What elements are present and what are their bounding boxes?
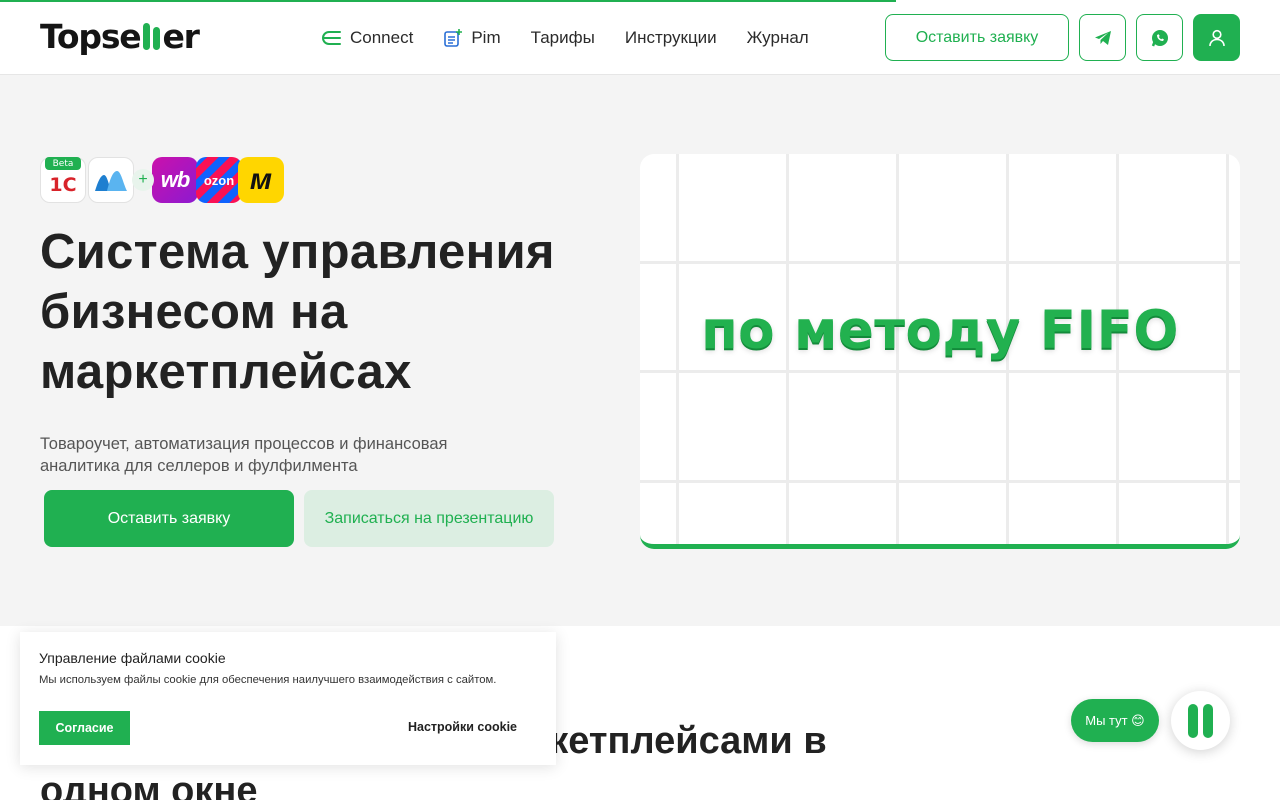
cookie-settings-link[interactable]: Настройки cookie xyxy=(408,720,517,734)
onec-label: 1С xyxy=(49,174,77,196)
cookie-banner: Управление файлами cookie Мы используем … xyxy=(20,632,556,765)
nav-label: Журнал xyxy=(746,27,809,47)
cookie-title: Управление файлами cookie xyxy=(39,650,226,666)
moysklad-logo-icon xyxy=(88,157,134,203)
integration-badges: Beta 1С + wb ozon м xyxy=(40,156,284,204)
wildberries-logo-icon: wb xyxy=(152,157,198,203)
beta-badge: Beta xyxy=(45,157,81,170)
whatsapp-button[interactable] xyxy=(1136,14,1183,61)
telegram-icon xyxy=(1094,30,1111,45)
header-request-button[interactable]: Оставить заявку xyxy=(885,14,1069,61)
site-header: Topse er Connect Pim Тарифы Инструкции Ж… xyxy=(0,0,1280,75)
ozon-logo-icon: ozon xyxy=(196,157,242,203)
nav-item-journal[interactable]: Журнал xyxy=(747,28,809,48)
chat-bars-icon xyxy=(1203,703,1213,738)
chat-bars-icon xyxy=(1188,703,1198,738)
main-nav: Connect Pim Тарифы Инструкции Журнал xyxy=(320,0,839,75)
hero-title: Система управления бизнесом на маркетпле… xyxy=(40,225,555,399)
grid-line xyxy=(640,480,1240,483)
nav-item-connect[interactable]: Connect xyxy=(320,28,413,48)
hero-request-button[interactable]: Оставить заявку xyxy=(44,490,294,547)
whatsapp-icon xyxy=(1151,29,1168,46)
topseller-logo[interactable]: Topse er xyxy=(40,16,200,56)
chat-widget-button[interactable] xyxy=(1171,691,1230,750)
logo-bars-icon xyxy=(143,22,161,50)
visual-caption: по методу FIFO xyxy=(701,300,1179,361)
account-button[interactable] xyxy=(1193,14,1240,61)
hero-subtitle: Товароучет, автоматизация процессов и фи… xyxy=(40,435,448,475)
hero-visual: по методу FIFO xyxy=(640,154,1240,549)
nav-label: Тарифы xyxy=(530,27,595,47)
presentation-signup-button[interactable]: Записаться на презентацию xyxy=(304,490,554,547)
onec-logo-icon: Beta 1С xyxy=(40,157,86,203)
telegram-button[interactable] xyxy=(1079,14,1126,61)
logo-text-start: Topse xyxy=(40,16,142,56)
nav-label: Connect xyxy=(350,27,414,47)
logo-text-end: er xyxy=(162,16,199,56)
chat-label-button[interactable]: Мы тут 😊 xyxy=(1071,699,1159,742)
grid-line xyxy=(640,261,1240,264)
nav-label: Инструкции xyxy=(624,27,717,47)
plus-icon: + xyxy=(132,169,154,191)
grid-line xyxy=(640,370,1240,373)
cookie-agree-button[interactable]: Согласие xyxy=(39,711,130,745)
yandex-market-logo-icon: м xyxy=(238,157,284,203)
nav-label: Pim xyxy=(471,27,501,47)
nav-item-pim[interactable]: Pim xyxy=(443,27,501,48)
nav-item-instructions[interactable]: Инструкции xyxy=(625,28,717,48)
cookie-text: Мы используем файлы cookie для обеспечен… xyxy=(39,674,497,686)
pim-icon xyxy=(444,28,463,47)
nav-item-tariffs[interactable]: Тарифы xyxy=(531,28,595,48)
user-icon xyxy=(1208,29,1225,46)
connect-icon xyxy=(322,30,341,45)
